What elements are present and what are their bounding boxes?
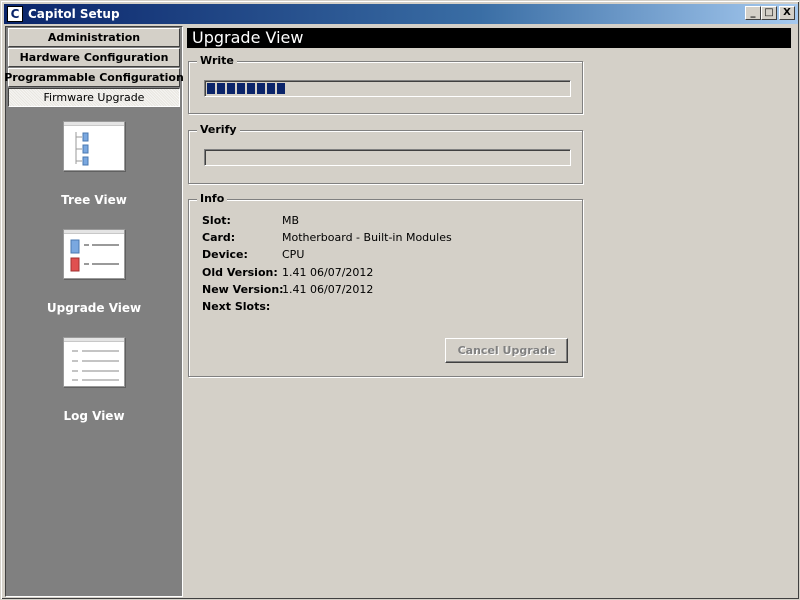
nav-administration[interactable]: Administration bbox=[8, 28, 180, 47]
info-label: Slot: bbox=[202, 214, 231, 227]
minimize-button[interactable]: _ bbox=[745, 6, 761, 20]
view-item-log[interactable]: Log View bbox=[6, 337, 182, 423]
window-title: Capitol Setup bbox=[28, 7, 120, 21]
maximize-button[interactable]: □ bbox=[761, 6, 777, 20]
info-value: 1.41 06/07/2012 bbox=[282, 266, 374, 279]
view-item-tree[interactable]: Tree View bbox=[6, 121, 182, 207]
tree-view-icon[interactable] bbox=[63, 121, 125, 171]
title-bar[interactable]: C Capitol Setup _ □ X bbox=[4, 4, 798, 24]
page-title: Upgrade View bbox=[187, 28, 791, 48]
close-button[interactable]: X bbox=[779, 6, 795, 20]
verify-progress-bar bbox=[204, 149, 571, 166]
info-value: MB bbox=[282, 214, 300, 227]
write-progress-fill bbox=[207, 83, 286, 94]
main-panel: Upgrade View Write Verify Info Slot: MB … bbox=[187, 26, 795, 597]
cancel-upgrade-button[interactable]: Cancel Upgrade bbox=[445, 338, 568, 363]
verify-group-title: Verify bbox=[197, 123, 240, 136]
verify-group: Verify bbox=[188, 123, 583, 184]
app-window: C Capitol Setup _ □ X Administration Har… bbox=[0, 0, 800, 600]
write-group-title: Write bbox=[197, 54, 237, 67]
info-value: CPU bbox=[282, 248, 305, 261]
nav-hardware-configuration[interactable]: Hardware Configuration bbox=[8, 48, 180, 67]
info-label: Card: bbox=[202, 231, 236, 244]
app-icon[interactable]: C bbox=[7, 6, 23, 22]
info-label: Next Slots: bbox=[202, 300, 271, 313]
info-label: Device: bbox=[202, 248, 248, 261]
info-label: Old Version: bbox=[202, 266, 278, 279]
sidebar: Administration Hardware Configuration Pr… bbox=[4, 26, 184, 597]
view-label-log[interactable]: Log View bbox=[63, 409, 124, 423]
upgrade-view-icon[interactable] bbox=[63, 229, 125, 279]
view-label-tree[interactable]: Tree View bbox=[61, 193, 127, 207]
nav-firmware-upgrade[interactable]: Firmware Upgrade bbox=[8, 88, 180, 107]
write-group: Write bbox=[188, 54, 583, 114]
info-group: Info Slot: MB Card: Motherboard - Built-… bbox=[188, 192, 583, 377]
view-label-upgrade[interactable]: Upgrade View bbox=[47, 301, 141, 315]
write-progress-bar bbox=[204, 80, 571, 97]
view-item-upgrade[interactable]: Upgrade View bbox=[6, 229, 182, 315]
info-label: New Version: bbox=[202, 283, 284, 296]
info-group-title: Info bbox=[197, 192, 228, 205]
nav-programmable-configuration[interactable]: Programmable Configuration bbox=[4, 68, 184, 87]
log-view-icon[interactable] bbox=[63, 337, 125, 387]
info-value: 1.41 06/07/2012 bbox=[282, 283, 374, 296]
info-value: Motherboard - Built-in Modules bbox=[282, 231, 452, 244]
